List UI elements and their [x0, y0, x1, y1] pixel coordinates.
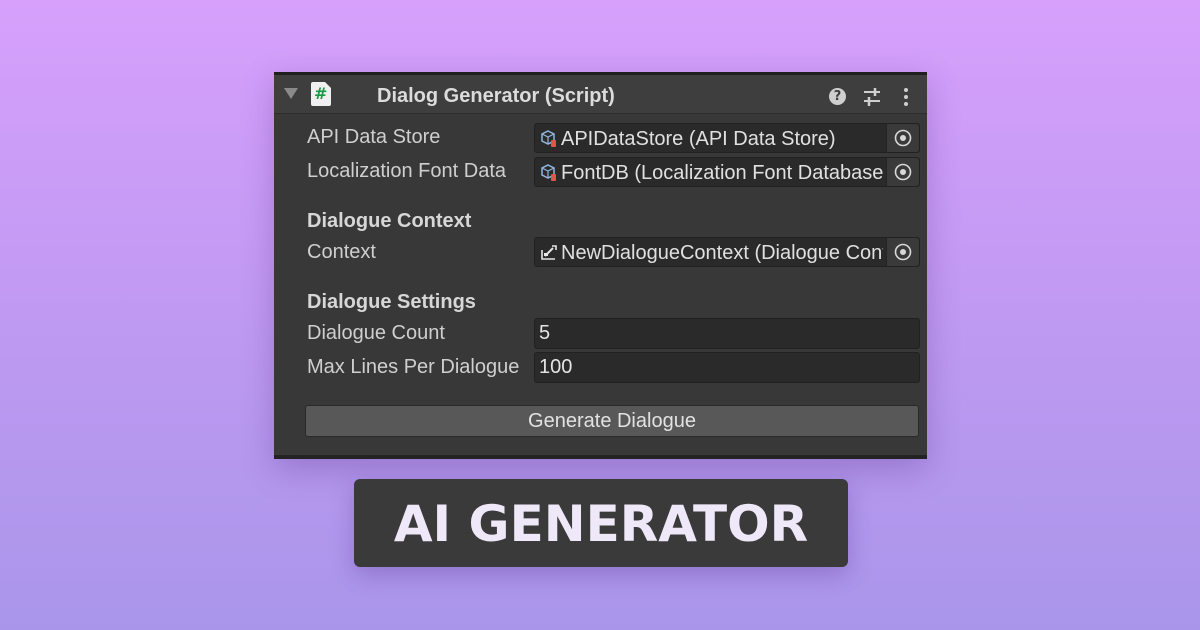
help-icon[interactable]: ?	[829, 88, 846, 105]
kebab-menu-icon[interactable]	[900, 87, 912, 107]
preset-sliders-icon[interactable]	[862, 87, 882, 107]
dialogue-count-field[interactable]	[534, 318, 920, 349]
api-data-store-field[interactable]: APIDataStore (API Data Store)	[534, 123, 920, 153]
caption-banner: AI GENERATOR	[354, 479, 848, 567]
dialogue-context-header: Dialogue Context	[307, 210, 472, 232]
object-picker-button[interactable]	[886, 238, 919, 266]
target-circle-icon	[894, 129, 912, 147]
localization-font-label: Localization Font Data	[307, 160, 507, 182]
object-picker-button[interactable]	[886, 124, 919, 152]
scriptable-object-icon	[541, 164, 556, 181]
dialogue-settings-header: Dialogue Settings	[307, 291, 476, 313]
object-picker-button[interactable]	[886, 158, 919, 186]
caption-text: AI GENERATOR	[393, 495, 809, 553]
csharp-script-icon: #	[311, 82, 331, 106]
context-value: NewDialogueContext (Dialogue Context)	[561, 242, 883, 264]
target-circle-icon	[894, 163, 912, 181]
fold-arrow-icon[interactable]	[284, 88, 298, 99]
script-icon-glyph: #	[314, 84, 328, 103]
localization-font-field[interactable]: FontDB (Localization Font Database)	[534, 157, 920, 187]
max-lines-label: Max Lines Per Dialogue	[307, 356, 520, 378]
api-data-store-label: API Data Store	[307, 126, 441, 148]
max-lines-input[interactable]	[535, 353, 919, 382]
scriptable-object-icon	[541, 130, 556, 147]
dialogue-count-label: Dialogue Count	[307, 322, 445, 344]
max-lines-field[interactable]	[534, 352, 920, 383]
context-field[interactable]: NewDialogueContext (Dialogue Context)	[534, 237, 920, 267]
dialogue-count-input[interactable]	[535, 319, 919, 348]
generate-dialogue-button[interactable]: Generate Dialogue	[305, 405, 919, 437]
component-header[interactable]: # Dialog Generator (Script) ?	[274, 75, 927, 114]
localization-font-value: FontDB (Localization Font Database)	[561, 162, 883, 184]
dialogue-context-asset-icon	[541, 245, 557, 260]
api-data-store-value: APIDataStore (API Data Store)	[561, 128, 836, 150]
target-circle-icon	[894, 243, 912, 261]
component-title: Dialog Generator (Script)	[377, 85, 615, 107]
inspector-panel: # Dialog Generator (Script) ? API Data S…	[274, 72, 927, 459]
context-label: Context	[307, 241, 376, 263]
